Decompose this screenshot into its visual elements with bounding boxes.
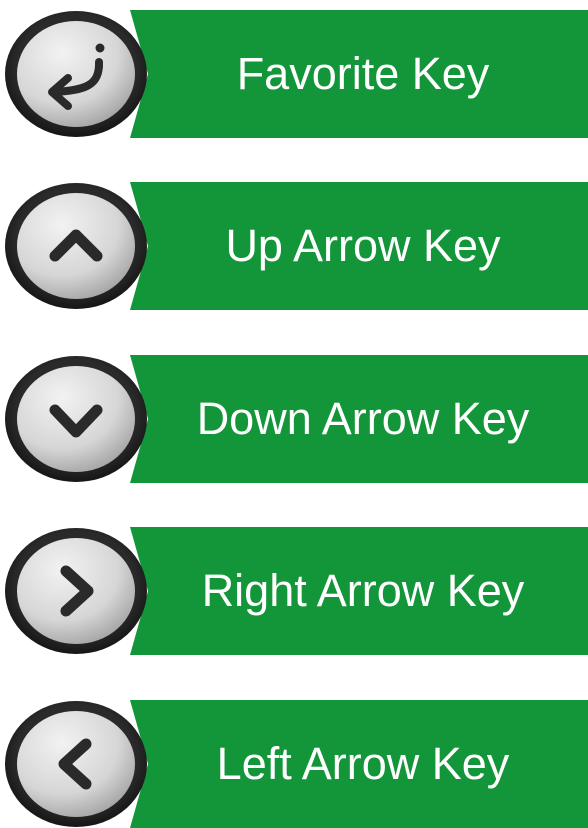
key-label: Favorite Key — [236, 48, 490, 99]
key-label: Up Arrow Key — [225, 220, 501, 271]
chevron-left-icon — [5, 701, 147, 827]
label-banner: Up Arrow Key — [130, 182, 588, 310]
label-banner: Down Arrow Key — [130, 355, 588, 483]
key-label: Left Arrow Key — [216, 738, 510, 789]
chevron-right-icon — [5, 528, 147, 654]
label-banner: Right Arrow Key — [130, 527, 588, 655]
label-banner: Favorite Key — [130, 10, 588, 138]
key-label: Right Arrow Key — [201, 565, 525, 616]
key-row-up: Up Arrow Key — [0, 182, 588, 310]
key-row-right: Right Arrow Key — [0, 527, 588, 655]
chevron-down-icon — [5, 356, 147, 482]
key-row-left: Left Arrow Key — [0, 700, 588, 828]
key-row-down: Down Arrow Key — [0, 355, 588, 483]
return-arrow-icon — [5, 11, 147, 137]
key-label: Down Arrow Key — [196, 393, 530, 444]
chevron-up-icon — [5, 183, 147, 309]
key-row-favorite: Favorite Key — [0, 10, 588, 138]
label-banner: Left Arrow Key — [130, 700, 588, 828]
